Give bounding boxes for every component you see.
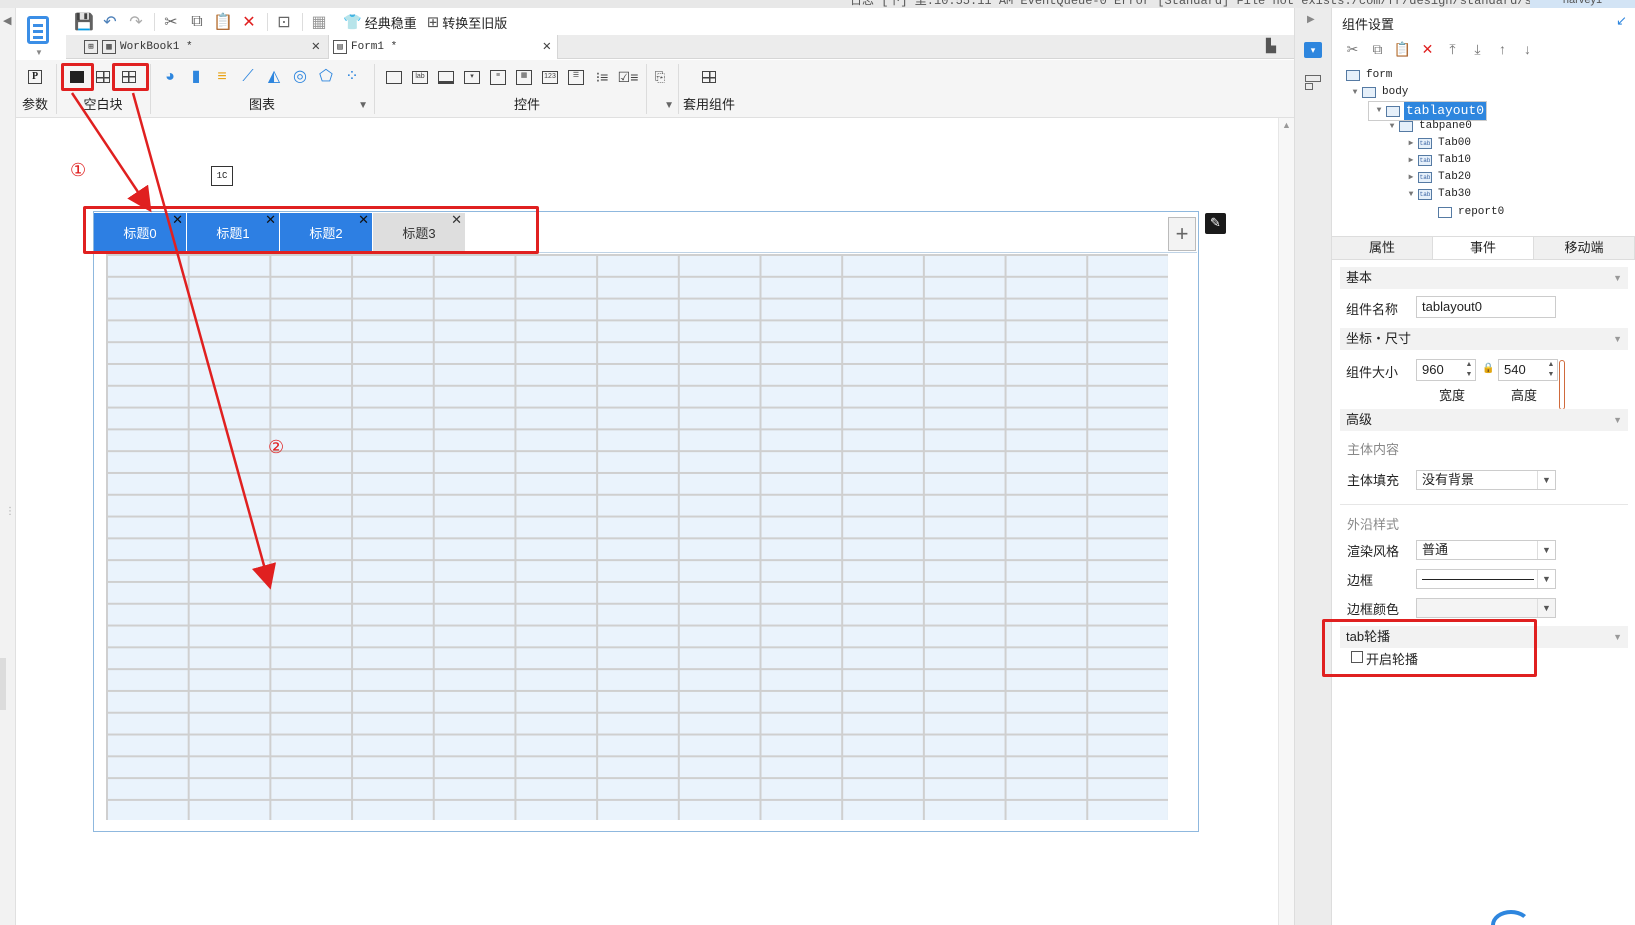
height-value: 540 xyxy=(1504,362,1526,377)
chevron-right-icon[interactable]: ▶ xyxy=(1406,172,1416,182)
chevron-down-icon: ▼ xyxy=(1537,599,1555,617)
section-basic[interactable]: 基本 ▼ xyxy=(1340,267,1628,289)
move-up-icon[interactable]: ↑ xyxy=(1490,41,1515,57)
chevron-down-icon: ▼ xyxy=(1613,632,1622,642)
height-label: 高度 xyxy=(1511,388,1538,403)
border-color-label: 边框颜色 xyxy=(1347,602,1400,617)
cut-icon[interactable]: ✂ xyxy=(1340,41,1365,58)
chevron-down-icon[interactable]: ▼ xyxy=(1387,122,1397,131)
form-icon xyxy=(1346,69,1360,81)
main-fill-value: 没有背景 xyxy=(1422,472,1475,487)
tree-node-tab30[interactable]: ▼ tab Tab30 xyxy=(1406,186,1473,202)
divider xyxy=(1340,504,1628,505)
component-settings-panel: 组件设置 ↙ ✂ ⧉ 📋 ✕ ⤒ ⤓ ↑ ↓ form ▼ body ▼ tabla… xyxy=(1332,8,1635,925)
section-title: 坐标・尺寸 xyxy=(1346,331,1412,346)
border-line-preview xyxy=(1422,579,1534,580)
size-label: 组件大小 xyxy=(1346,365,1399,380)
section-advanced[interactable]: 高级 ▼ xyxy=(1340,409,1628,431)
section-title: 高级 xyxy=(1346,412,1373,427)
tab-icon: tab xyxy=(1418,171,1432,183)
tree-node-tab10[interactable]: ▶ tab Tab10 xyxy=(1406,152,1473,168)
report-icon xyxy=(1438,206,1452,218)
chevron-down-icon[interactable]: ▼ xyxy=(1374,102,1384,120)
move-down-icon[interactable]: ↓ xyxy=(1515,41,1540,57)
spinner-icon[interactable]: ▲ ▼ xyxy=(1463,360,1475,380)
border-label: 边框 xyxy=(1347,573,1374,588)
property-tabs: 属性 事件 移动端 xyxy=(1332,236,1635,260)
move-bottom-icon[interactable]: ⤓ xyxy=(1465,41,1490,58)
name-label: 组件名称 xyxy=(1346,302,1399,317)
border-color-select[interactable]: ▼ xyxy=(1416,598,1556,618)
render-style-value: 普通 xyxy=(1422,542,1449,557)
tree-node-body[interactable]: ▼ body xyxy=(1350,84,1410,100)
render-style-select[interactable]: 普通 ▼ xyxy=(1416,540,1556,560)
right-icon-strip: ▶ ▾ xyxy=(1294,8,1332,925)
tablayout-icon xyxy=(1386,105,1400,117)
tab-events[interactable]: 事件 xyxy=(1433,237,1534,259)
chevron-right-icon[interactable]: ▶ xyxy=(1406,138,1416,148)
delete-icon[interactable]: ✕ xyxy=(1415,41,1440,58)
main-content-heading: 主体内容 xyxy=(1347,442,1400,457)
panel-scrollbar-thumb[interactable] xyxy=(1559,360,1565,410)
section-position-size[interactable]: 坐标・尺寸 ▼ xyxy=(1340,328,1628,350)
chevron-right-icon[interactable]: ▶ xyxy=(1406,155,1416,165)
width-value: 960 xyxy=(1422,362,1444,377)
annotation-1: ① xyxy=(70,160,87,180)
panel-title: 组件设置 xyxy=(1342,17,1395,32)
move-top-icon[interactable]: ⤒ xyxy=(1440,41,1465,58)
width-label: 宽度 xyxy=(1439,388,1466,403)
component-library-icon[interactable] xyxy=(1304,74,1322,90)
tree-node-form[interactable]: form xyxy=(1346,67,1394,83)
chevron-down-icon: ▼ xyxy=(1537,471,1555,489)
component-settings-icon[interactable]: ▾ xyxy=(1304,42,1322,58)
chevron-down-icon: ▼ xyxy=(1537,541,1555,559)
chevron-down-icon: ▼ xyxy=(1537,570,1555,588)
tree-node-tab00[interactable]: ▶ tab Tab00 xyxy=(1406,135,1473,151)
paste-icon[interactable]: 📋 xyxy=(1390,41,1415,58)
main-fill-select[interactable]: 没有背景 ▼ xyxy=(1416,470,1556,490)
copy-icon[interactable]: ⧉ xyxy=(1365,41,1390,58)
chevron-down-icon[interactable]: ▼ xyxy=(1406,190,1416,199)
tabpane-icon xyxy=(1399,120,1413,132)
height-input[interactable]: 540 ▲ ▼ xyxy=(1498,359,1558,381)
component-name-input[interactable]: tablayout0 xyxy=(1416,296,1556,318)
tab-icon: tab xyxy=(1418,137,1432,149)
tab-icon: tab xyxy=(1418,188,1432,200)
width-input[interactable]: 960 ▲ ▼ xyxy=(1416,359,1476,381)
chevron-down-icon[interactable]: ▼ xyxy=(1350,88,1360,97)
tab-mobile[interactable]: 移动端 xyxy=(1534,237,1635,259)
tab-properties[interactable]: 属性 xyxy=(1332,237,1433,259)
panel-toolbar: ✂ ⧉ 📋 ✕ ⤒ ⤓ ↑ ↓ xyxy=(1340,38,1540,60)
main-fill-label: 主体填充 xyxy=(1347,473,1400,488)
chevron-down-icon: ▼ xyxy=(1613,415,1622,425)
chevron-down-icon: ▼ xyxy=(1613,273,1622,283)
lock-icon[interactable]: 🔒 xyxy=(1482,363,1494,374)
tree-node-tab20[interactable]: ▶ tab Tab20 xyxy=(1406,169,1473,185)
highlight-box-carousel xyxy=(1322,619,1537,677)
tab-icon: tab xyxy=(1418,154,1432,166)
expand-right-icon[interactable]: ▶ xyxy=(1307,14,1315,25)
body-icon xyxy=(1362,86,1376,98)
chevron-down-icon: ▼ xyxy=(1613,334,1622,344)
render-style-label: 渲染风格 xyxy=(1347,544,1400,559)
border-select[interactable]: ▼ xyxy=(1416,569,1556,589)
arrow-1 xyxy=(70,92,152,213)
annotation-2: ② xyxy=(268,437,285,457)
designer-window: 日志 [下] 里:10:55:11 AM EventQueue-0 Error … xyxy=(0,0,1635,925)
spinner-icon[interactable]: ▲ ▼ xyxy=(1545,360,1557,380)
section-title: 基本 xyxy=(1346,270,1373,285)
arrow-2 xyxy=(131,92,277,590)
edge-style-heading: 外沿样式 xyxy=(1347,517,1400,532)
tree-node-tabpane0[interactable]: ▼ tabpane0 xyxy=(1387,118,1474,134)
tree-node-report0[interactable]: report0 xyxy=(1438,204,1506,220)
pin-icon[interactable]: ↙ xyxy=(1616,13,1627,29)
